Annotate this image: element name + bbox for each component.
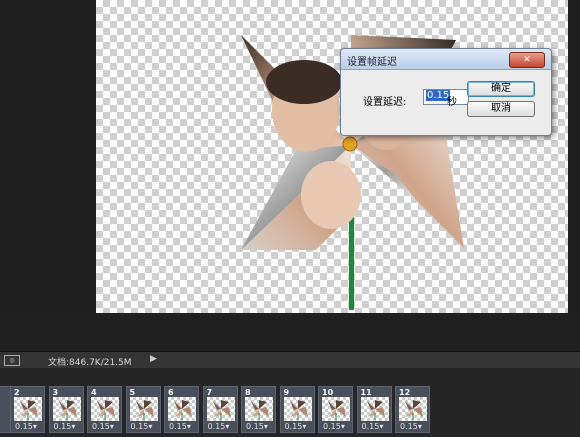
pinwheel-thumbnail [20, 400, 38, 420]
frame-cell[interactable]: 4 0.15▾ [87, 386, 122, 433]
frame-number: 8 [245, 388, 251, 397]
pinwheel-thumbnail [174, 400, 192, 420]
frame-thumbnail [14, 397, 42, 421]
frame-number: 7 [206, 388, 213, 397]
frame-delay-dropdown[interactable]: 0.15▾ [323, 422, 345, 431]
delay-label: 设置延迟: [363, 97, 407, 108]
frame-cell[interactable]: 5 0.15▾ [125, 386, 161, 433]
right-panel [568, 0, 580, 325]
document-size: 文档:846.7K/21.5M [48, 358, 132, 368]
face-image [301, 161, 361, 229]
left-panel [0, 0, 96, 325]
frame-delay-dropdown[interactable]: 0.15▾ [169, 422, 191, 431]
image-canvas[interactable] [96, 0, 568, 313]
frame-thumbnail [245, 397, 273, 421]
frame-cell[interactable]: 12 0.15▾ [395, 386, 430, 433]
pinwheel-thumbnail [405, 400, 423, 420]
pinwheel-thumbnail [212, 400, 231, 420]
frame-cell[interactable]: 10 0.15▾ [318, 386, 353, 433]
frame-thumbnail [206, 397, 235, 421]
ok-button[interactable]: 确定 [467, 81, 535, 97]
frame-delay-dropdown[interactable]: 0.15▾ [362, 422, 384, 431]
pinwheel-thumbnail [97, 400, 115, 420]
frame-thumbnail [399, 397, 427, 421]
frame-thumbnail [52, 397, 81, 421]
frame-cell[interactable]: 7 0.15▾ [202, 386, 238, 433]
frame-cell[interactable]: 2 0.15▾ [10, 386, 45, 433]
frame-thumbnail [322, 397, 350, 421]
frame-thumbnail [283, 397, 312, 421]
zoom-icon[interactable]: ◎ [4, 355, 20, 366]
frame-cell[interactable]: 6 0.15▾ [164, 386, 199, 433]
frame-number: 5 [129, 388, 136, 397]
frame-thumbnail [168, 397, 196, 421]
frame-number: 4 [91, 388, 97, 397]
pinwheel-thumbnail [289, 400, 308, 420]
frame-cell[interactable]: 3 0.15▾ [48, 386, 84, 433]
animation-timeline: 2 0.15▾ 3 0.15▾ 4 0.15▾ 5 0.15▾ 6 0.15▾ 7 0.15▾ 8 0.1… [0, 368, 580, 437]
workspace-bottom [0, 313, 580, 351]
pinwheel-thumbnail [135, 400, 154, 420]
status-bar: ◎ 文档:846.7K/21.5M ▶ [0, 351, 580, 369]
frame-delay-dropdown[interactable]: 0.15▾ [131, 422, 153, 431]
frame-number: 3 [52, 388, 59, 397]
frame-delay-dropdown[interactable]: 0.15▾ [92, 422, 114, 431]
delay-unit-label: 秒 [447, 97, 457, 108]
frame-cell[interactable]: 9 0.15▾ [279, 386, 315, 433]
frame-number: 11 [360, 388, 372, 397]
pinwheel-thumbnail [366, 400, 385, 420]
frame-delay-dialog: 设置帧延迟 ✕ 设置延迟: 0.15 秒 确定 取消 [340, 48, 552, 136]
frame-number: 10 [322, 388, 334, 397]
frame-thumbnail [91, 397, 119, 421]
pinwheel-thumbnail [251, 400, 269, 420]
frame-number: 6 [168, 388, 174, 397]
pinwheel-image [241, 35, 464, 310]
cancel-button[interactable]: 取消 [467, 101, 535, 117]
frame-thumbnail [129, 397, 158, 421]
dialog-titlebar[interactable]: 设置帧延迟 ✕ [341, 49, 551, 70]
frame-number: 2 [14, 388, 20, 397]
frame-cell[interactable]: 8 0.15▾ [241, 386, 276, 433]
frame-number: 9 [283, 388, 290, 397]
frame-delay-dropdown[interactable]: 0.15▾ [285, 422, 307, 431]
pinwheel-thumbnail [58, 400, 77, 420]
frame-cell[interactable]: 11 0.15▾ [356, 386, 392, 433]
pinwheel-center [342, 136, 358, 152]
hair-image [266, 60, 342, 104]
pinwheel-stick [349, 210, 354, 310]
close-button[interactable]: ✕ [509, 52, 545, 68]
frame-delay-dropdown[interactable]: 0.15▾ [208, 422, 230, 431]
pinwheel-thumbnail [328, 400, 346, 420]
frame-number: 12 [399, 388, 411, 397]
frame-delay-dropdown[interactable]: 0.15▾ [54, 422, 76, 431]
frame-delay-dropdown[interactable]: 0.15▾ [400, 422, 422, 431]
frame-delay-dropdown[interactable]: 0.15▾ [15, 422, 37, 431]
status-menu-arrow-icon[interactable]: ▶ [150, 354, 157, 364]
frame-delay-dropdown[interactable]: 0.15▾ [246, 422, 268, 431]
delay-input[interactable]: 0.15 [423, 89, 469, 105]
frame-thumbnail [360, 397, 389, 421]
dialog-title: 设置帧延迟 [347, 57, 397, 68]
